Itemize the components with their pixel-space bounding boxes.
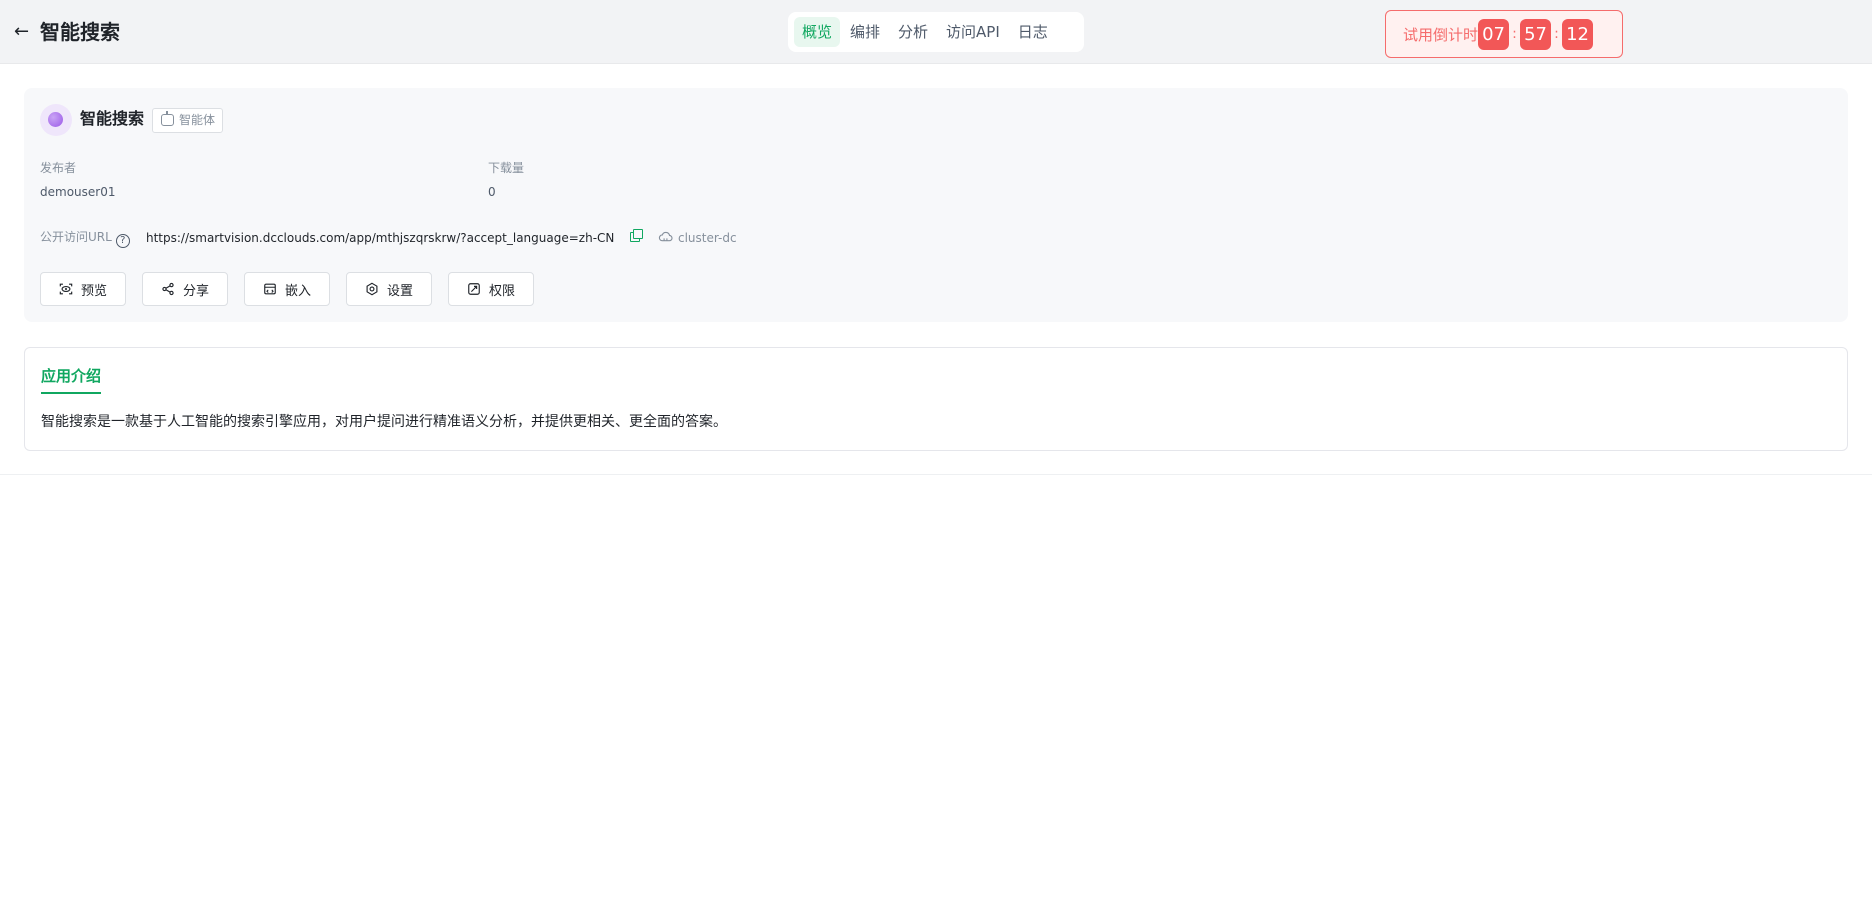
cluster-name: cluster-dc <box>678 231 737 245</box>
preview-button[interactable]: 预览 <box>40 272 126 306</box>
app-info-card: 智能搜索 智能体 发布者 demouser01 下载量 0 公开访问URL? h… <box>24 88 1848 322</box>
share-button[interactable]: 分享 <box>142 272 228 306</box>
app-intro-text: 智能搜索是一款基于人工智能的搜索引擎应用，对用户提问进行精准语义分析，并提供更相… <box>41 414 727 430</box>
robot-icon <box>161 111 174 126</box>
permissions-button-label: 权限 <box>488 283 515 299</box>
downloads-value: 0 <box>488 185 496 199</box>
top-bar: ← 智能搜索 概览 编排 分析 访问API 日志 试用倒计时 07 : 57 :… <box>0 0 1872 64</box>
tab-logs[interactable]: 日志 <box>1010 17 1056 47</box>
arrow-left-icon[interactable]: ← <box>14 20 34 44</box>
help-icon[interactable]: ? <box>115 234 130 248</box>
tab-overview[interactable]: 概览 <box>794 17 841 47</box>
tab-analysis[interactable]: 分析 <box>890 17 936 47</box>
countdown-hours: 07 <box>1478 18 1510 50</box>
cloud-icon <box>658 231 673 242</box>
trial-countdown: 试用倒计时 07 : 57 : 12 <box>1385 10 1623 58</box>
publisher-value: demouser01 <box>40 185 116 199</box>
embed-button[interactable]: 嵌入 <box>244 272 330 306</box>
tab-api-access[interactable]: 访问API <box>938 17 1008 47</box>
app-avatar <box>40 104 72 136</box>
share-button-label: 分享 <box>182 283 209 299</box>
gear-icon <box>366 282 378 296</box>
publisher-label: 发布者 <box>40 161 77 175</box>
content-divider <box>0 474 1872 475</box>
countdown-minutes: 57 <box>1520 18 1552 50</box>
settings-button-label: 设置 <box>386 283 413 299</box>
app-type-label: 智能体 <box>179 113 216 127</box>
public-url-label: 公开访问URL? <box>40 229 130 248</box>
app-name: 智能搜索 <box>80 109 145 128</box>
tab-orchestration[interactable]: 编排 <box>842 17 888 47</box>
app-type-badge: 智能体 <box>152 108 224 133</box>
permission-icon <box>468 283 480 295</box>
app-intro-card: 应用介绍 智能搜索是一款基于人工智能的搜索引擎应用，对用户提问进行精准语义分析，… <box>24 347 1848 451</box>
page-title: 智能搜索 <box>40 20 120 44</box>
public-url-link[interactable]: https://smartvision.dcclouds.com/app/mth… <box>146 230 614 246</box>
share-icon <box>162 282 174 296</box>
trial-countdown-label: 试用倒计时 <box>1403 25 1479 44</box>
embed-icon <box>264 283 276 295</box>
tab-app-intro[interactable]: 应用介绍 <box>41 366 102 394</box>
countdown-separator: : <box>1554 26 1559 42</box>
settings-button[interactable]: 设置 <box>346 272 432 306</box>
nav-tabs: 概览 编排 分析 访问API 日志 <box>788 12 1084 52</box>
embed-button-label: 嵌入 <box>284 283 311 299</box>
preview-icon <box>59 283 73 295</box>
countdown-separator: : <box>1512 26 1517 42</box>
copy-icon[interactable] <box>630 229 643 242</box>
countdown-seconds: 12 <box>1562 18 1594 50</box>
preview-button-label: 预览 <box>80 283 107 299</box>
downloads-label: 下载量 <box>488 161 525 175</box>
permissions-button[interactable]: 权限 <box>448 272 534 306</box>
public-url-label-text: 公开访问URL <box>40 230 112 244</box>
